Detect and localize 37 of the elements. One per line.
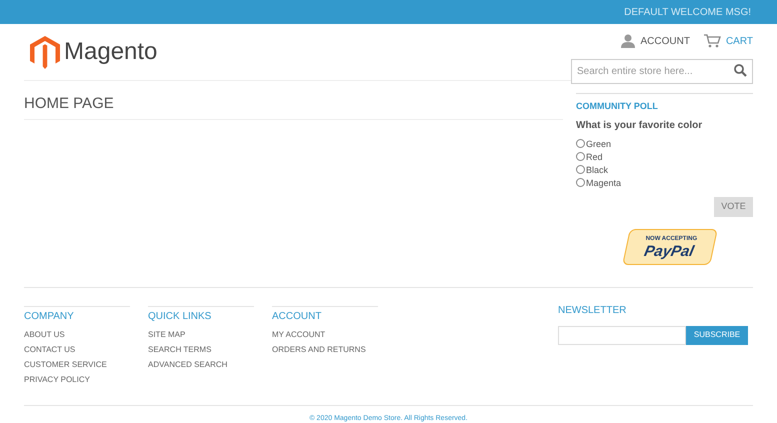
poll-question: What is your favorite color [576,118,704,132]
footer-link[interactable]: ORDERS AND RETURNS [272,344,378,354]
poll-title: COMMUNITY POLL [576,100,659,113]
footer-link[interactable]: CUSTOMER SERVICE [24,358,130,370]
footer-column-title: COMPANY [24,310,75,324]
poll-option-label: Magenta [586,176,622,190]
page-title: HOME PAGE [24,95,114,112]
footer-link[interactable]: MY ACCOUNT [272,328,378,340]
account-link[interactable]: ACCOUNT [640,34,690,48]
cart-link[interactable]: CART [726,34,753,48]
user-icon [620,34,634,48]
logo-icon [30,36,60,68]
footer-link[interactable]: ABOUT US [24,328,130,340]
vote-button[interactable]: VOTE [714,196,753,216]
radio-button[interactable] [576,164,585,174]
subscribe-button[interactable]: SUBSCRIBE [686,326,748,344]
search-icon[interactable] [734,64,747,77]
welcome-message: DEFAULT WELCOME MSG! [624,6,751,20]
footer-link[interactable]: CONTACT US [24,344,130,354]
footer-link[interactable]: SEARCH TERMS [148,344,254,354]
cart-icon [704,34,721,48]
footer-column-title: QUICK LINKS [148,310,212,324]
radio-button[interactable] [576,178,585,186]
footer-link[interactable]: SITE MAP [148,328,254,340]
footer-link[interactable]: ADVANCED SEARCH [148,358,254,370]
radio-button[interactable] [576,138,585,148]
poll-option-label: Green [586,138,612,151]
paypal-badge-logo: PayPal [642,243,695,258]
newsletter-title: NEWSLETTER [558,304,628,318]
radio-button[interactable] [576,152,585,160]
footer-column-title: ACCOUNT [272,310,322,324]
poll-option-label: Red [586,150,603,164]
newsletter-email-field[interactable] [558,326,686,344]
logo-text[interactable]: Magento [64,34,158,70]
footer-link[interactable]: PRIVACY POLICY [24,374,130,384]
poll-option-label: Black [586,164,608,177]
search-field[interactable]: Search entire store here... [571,59,753,84]
